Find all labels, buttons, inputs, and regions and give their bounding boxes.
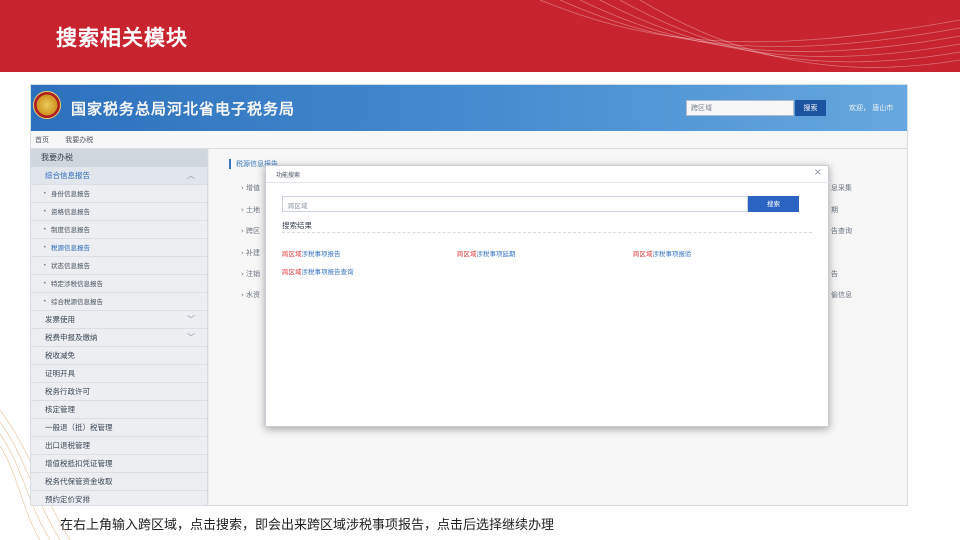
result-highlight: 跨区域 (633, 250, 653, 258)
search-modal: 功能搜索 × 跨区域 搜索 搜索结果 跨区域涉税事项报告 跨区域涉税事项延期 跨区域… (265, 165, 830, 427)
modal-divider (266, 182, 830, 183)
modal-search-button[interactable]: 搜索 (748, 196, 799, 212)
result-highlight: 跨区域 (457, 250, 477, 258)
search-result-link[interactable]: 跨区域涉税事项报验 (633, 248, 692, 258)
result-text: 涉税事项报验 (652, 250, 692, 258)
close-icon[interactable]: × (814, 167, 822, 178)
slide-title: 搜索相关模块 (56, 26, 188, 50)
result-text: 涉税事项延期 (476, 250, 516, 258)
slide-caption: 在右上角输入跨区域，点击搜索，即会出来跨区域涉税事项报告，点击后选择继续办理 (60, 518, 555, 533)
results-divider (282, 232, 812, 233)
result-text: 涉税事项报告查询 (301, 268, 354, 276)
modal-search-input[interactable]: 跨区域 (282, 196, 748, 212)
wave-decoration (539, 0, 960, 68)
result-text: 涉税事项报告 (301, 250, 341, 258)
result-highlight: 跨区域 (282, 268, 302, 276)
results-label: 搜索结果 (282, 221, 312, 230)
search-result-link[interactable]: 跨区域涉税事项延期 (457, 248, 516, 258)
tax-bureau-screenshot: 国家税务总局河北省电子税务局 跨区域 搜索 欢迎， 唐山市 首页 我要办税 我要… (30, 84, 908, 506)
search-result-link[interactable]: 跨区域涉税事项报告 (282, 248, 341, 258)
slide-header: 搜索相关模块 (0, 0, 960, 72)
result-highlight: 跨区域 (282, 250, 302, 258)
modal-title: 功能搜索 (276, 172, 301, 179)
search-result-link[interactable]: 跨区域涉税事项报告查询 (282, 266, 354, 276)
